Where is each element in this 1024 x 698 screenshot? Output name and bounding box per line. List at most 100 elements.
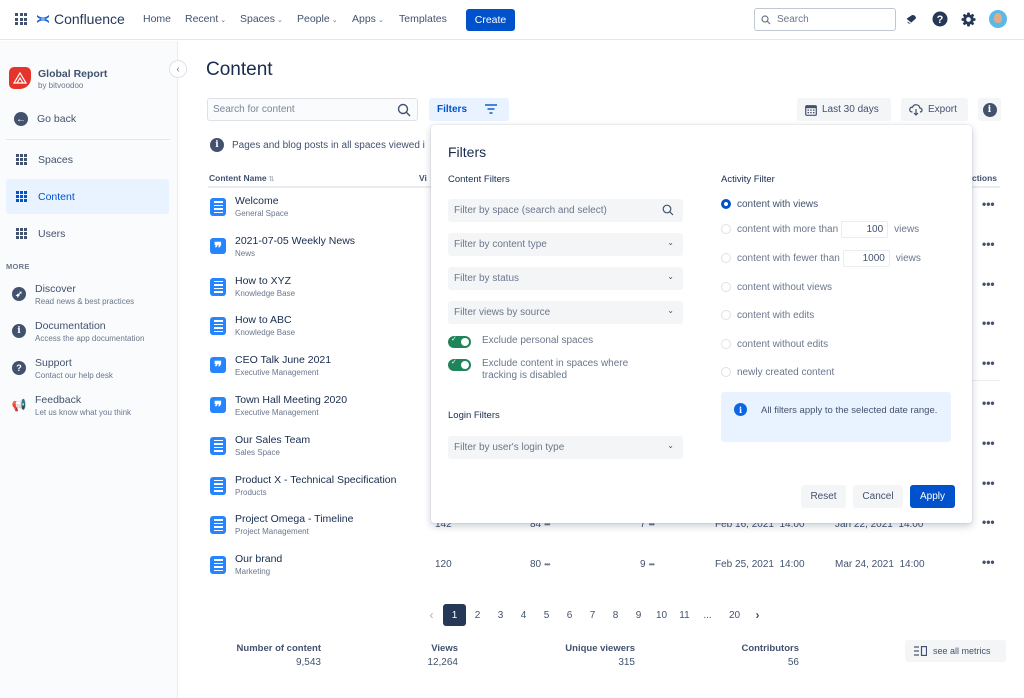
updated-date-cell: Mar 24, 2021 14:00 xyxy=(835,559,925,571)
apply-button[interactable]: Apply xyxy=(910,485,955,508)
column-header-views[interactable]: Vi xyxy=(419,173,427,183)
app-switcher-icon[interactable] xyxy=(15,13,27,25)
content-name-link[interactable]: Project Omega - Timeline xyxy=(235,513,353,525)
page-button[interactable]: 9 xyxy=(627,604,650,626)
go-back-button[interactable]: ← Go back xyxy=(14,112,76,126)
exclude-tracking-disabled-toggle[interactable]: ✓ xyxy=(448,359,471,371)
content-name-link[interactable]: How to XYZ xyxy=(235,275,291,287)
sidebar-item-users[interactable]: Users xyxy=(6,216,169,251)
more-icon[interactable]: ••• xyxy=(649,560,655,569)
more-than-views-input[interactable]: 100 xyxy=(841,220,889,238)
content-name-link[interactable]: How to ABC xyxy=(235,314,292,326)
content-name-link[interactable]: Product X - Technical Specification xyxy=(235,474,396,486)
export-label: Export xyxy=(928,104,957,115)
activity-option-fewer-than[interactable]: content with fewer than 1000 views xyxy=(721,249,921,267)
exclude-personal-spaces-toggle[interactable]: ✓ xyxy=(448,336,471,348)
sidebar-item-content[interactable]: Content xyxy=(6,179,169,214)
nav-people[interactable]: People ⌄ xyxy=(297,13,338,25)
row-actions-button[interactable]: ••• xyxy=(982,316,995,330)
page-button[interactable]: 1 xyxy=(443,604,466,626)
row-actions-button[interactable]: ••• xyxy=(982,277,995,291)
sidebar-item-spaces[interactable]: Spaces xyxy=(6,142,169,177)
page-button[interactable]: 7 xyxy=(581,604,604,626)
collapse-sidebar-button[interactable]: ‹ xyxy=(169,60,187,78)
filter-by-status-select[interactable]: Filter by status ⌄ xyxy=(448,267,683,290)
export-button[interactable]: Export xyxy=(901,98,968,121)
content-space: Knowledge Base xyxy=(235,288,296,298)
date-range-button[interactable]: Last 30 days xyxy=(797,98,891,121)
nav-templates[interactable]: Templates xyxy=(399,13,447,25)
row-actions-button[interactable]: ••• xyxy=(982,555,995,569)
nav-recent[interactable]: Recent ⌄ xyxy=(185,13,226,25)
filter-by-space-input[interactable]: Filter by space (search and select) xyxy=(448,199,683,222)
more-icon[interactable]: ••• xyxy=(544,560,550,569)
page-button[interactable]: 10 xyxy=(650,604,673,626)
page-button[interactable]: 11 xyxy=(673,604,696,626)
activity-option-with-views[interactable]: content with views xyxy=(721,197,818,211)
fewer-than-views-input[interactable]: 1000 xyxy=(842,249,890,267)
activity-option-more-than[interactable]: content with more than 100 views xyxy=(721,220,919,238)
page-button[interactable]: 3 xyxy=(489,604,512,626)
content-name-link[interactable]: Our brand xyxy=(235,553,282,565)
help-icon[interactable]: ? xyxy=(932,11,948,27)
page-button[interactable]: 20 xyxy=(723,604,746,626)
filter-by-content-type-select[interactable]: Filter by content type ⌄ xyxy=(448,233,683,256)
cancel-button[interactable]: Cancel xyxy=(853,485,903,508)
page-button[interactable]: 8 xyxy=(604,604,627,626)
reset-button[interactable]: Reset xyxy=(801,485,846,508)
radio-button[interactable] xyxy=(721,282,731,292)
radio-button[interactable] xyxy=(721,199,731,209)
page-button[interactable]: 6 xyxy=(558,604,581,626)
activity-option-without-views[interactable]: content without views xyxy=(721,280,832,294)
content-name-link[interactable]: 2021-07-05 Weekly News xyxy=(235,235,355,247)
radio-button[interactable] xyxy=(721,339,731,349)
radio-label: newly created content xyxy=(737,366,835,378)
content-name-link[interactable]: Town Hall Meeting 2020 xyxy=(235,394,347,406)
radio-button[interactable] xyxy=(721,367,731,377)
radio-button[interactable] xyxy=(721,310,731,320)
row-actions-button[interactable]: ••• xyxy=(982,396,995,410)
nav-apps[interactable]: Apps ⌄ xyxy=(352,13,384,25)
avatar[interactable] xyxy=(989,10,1007,28)
next-page-button[interactable]: › xyxy=(746,604,769,626)
page-icon xyxy=(210,436,226,455)
row-actions-button[interactable]: ••• xyxy=(982,436,995,450)
content-name-link[interactable]: CEO Talk June 2021 xyxy=(235,354,331,366)
row-actions-button[interactable]: ••• xyxy=(982,197,995,211)
row-actions-button[interactable]: ••• xyxy=(982,237,995,251)
page-button[interactable]: 5 xyxy=(535,604,558,626)
create-button[interactable]: Create xyxy=(466,9,515,31)
page-button[interactable]: 4 xyxy=(512,604,535,626)
content-name-link[interactable]: Our Sales Team xyxy=(235,434,310,446)
nav-home[interactable]: Home xyxy=(143,13,171,25)
row-actions-button[interactable]: ••• xyxy=(982,356,995,370)
activity-option-newly-created[interactable]: newly created content xyxy=(721,365,834,379)
nav-spaces[interactable]: Spaces ⌄ xyxy=(240,13,283,25)
previous-page-button[interactable]: ‹ xyxy=(420,604,443,626)
content-name-link[interactable]: Welcome xyxy=(235,195,279,207)
global-search-input[interactable]: Search xyxy=(754,8,896,31)
table-row: Our brand Marketing 120 80 ••• 9 ••• Feb 25, 20… xyxy=(208,551,1000,591)
see-all-metrics-label: see all metrics xyxy=(933,646,991,656)
content-space: Executive Management xyxy=(235,408,319,417)
radio-button[interactable] xyxy=(721,253,731,263)
filters-button[interactable]: Filters xyxy=(429,98,509,121)
row-actions-button[interactable]: ••• xyxy=(982,476,995,490)
page-info-button[interactable]: i xyxy=(978,98,1001,121)
activity-option-with-edits[interactable]: content with edits xyxy=(721,308,814,322)
arrow-left-icon: ← xyxy=(14,112,28,126)
radio-button[interactable] xyxy=(721,224,731,234)
settings-icon[interactable] xyxy=(960,11,976,27)
sidebar-item-label: Content xyxy=(38,190,75,203)
row-actions-button[interactable]: ••• xyxy=(982,515,995,529)
filter-by-login-type-select[interactable]: Filter by user's login type ⌄ xyxy=(448,436,683,459)
content-search-input[interactable]: Search for content xyxy=(207,98,418,121)
confluence-logo[interactable]: Confluence xyxy=(36,11,125,27)
activity-option-without-edits[interactable]: content without edits xyxy=(721,337,828,351)
notifications-icon[interactable] xyxy=(903,11,919,27)
info-message-text: Pages and blog posts in all spaces viewe… xyxy=(232,139,425,151)
page-button[interactable]: 2 xyxy=(466,604,489,626)
filter-views-by-source-select[interactable]: Filter views by source ⌄ xyxy=(448,301,683,324)
see-all-metrics-button[interactable]: see all metrics xyxy=(905,640,1006,662)
column-header-content-name[interactable]: Content Name ⇅ xyxy=(209,173,274,183)
